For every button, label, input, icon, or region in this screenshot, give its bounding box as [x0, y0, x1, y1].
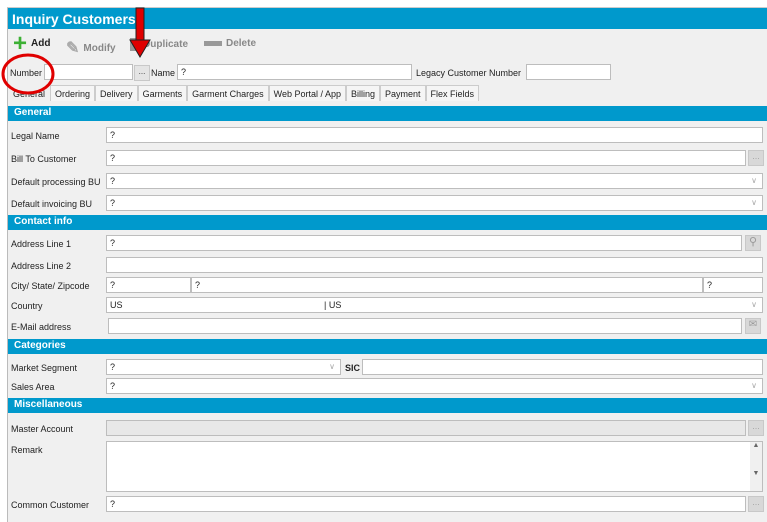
email-input[interactable]: [108, 318, 742, 334]
annotation-overlay: [1, 7, 151, 95]
map-pin-icon[interactable]: ⚲: [745, 235, 761, 251]
zip-input[interactable]: ?: [703, 277, 763, 293]
addr1-label: Address Line 1: [11, 239, 72, 249]
common-input[interactable]: ?: [106, 496, 746, 512]
proc-bu-label: Default processing BU: [11, 177, 101, 187]
bill-to-input[interactable]: ?: [106, 150, 746, 166]
email-label: E-Mail address: [11, 322, 72, 332]
sales-label: Sales Area: [11, 382, 55, 392]
bill-to-label: Bill To Customer: [11, 154, 77, 164]
annotation-circle: [1, 53, 55, 95]
remark-scrollbar[interactable]: ▲ ▼: [750, 442, 762, 491]
envelope-icon[interactable]: ✉: [745, 318, 761, 334]
common-browse-button[interactable]: …: [748, 496, 764, 512]
remark-label: Remark: [11, 445, 43, 455]
addr1-input[interactable]: ?: [106, 235, 742, 251]
inv-bu-label: Default invoicing BU: [11, 199, 93, 209]
bill-to-browse-button[interactable]: …: [748, 150, 764, 166]
market-label: Market Segment: [11, 363, 78, 373]
master-label: Master Account: [11, 424, 74, 434]
annotation-arrow-head: [129, 39, 151, 58]
country-select[interactable]: US | US: [106, 297, 763, 313]
sic-input[interactable]: [362, 359, 763, 375]
country-label: Country: [11, 301, 43, 311]
annotation-arrow-shaft: [135, 7, 145, 42]
legal-name-input[interactable]: ?: [106, 127, 763, 143]
sic-label: SIC: [345, 363, 361, 373]
market-select[interactable]: ?: [106, 359, 341, 375]
master-input[interactable]: [106, 420, 746, 436]
city-label: City/ State/ Zipcode: [11, 281, 90, 291]
proc-bu-select[interactable]: ?: [106, 173, 763, 189]
legal-name-label: Legal Name: [11, 131, 60, 141]
state-input[interactable]: ?: [191, 277, 703, 293]
section-misc: Miscellaneous: [8, 398, 767, 413]
addr2-input[interactable]: [106, 257, 763, 273]
inv-bu-select[interactable]: ?: [106, 195, 763, 211]
remark-textarea[interactable]: [106, 441, 763, 492]
sales-select[interactable]: ?: [106, 378, 763, 394]
addr2-label: Address Line 2: [11, 261, 72, 271]
section-categories: Categories: [8, 339, 767, 354]
section-contact: Contact info: [8, 215, 767, 230]
common-label: Common Customer: [11, 500, 90, 510]
city-input[interactable]: ?: [106, 277, 191, 293]
master-browse-button[interactable]: …: [748, 420, 764, 436]
